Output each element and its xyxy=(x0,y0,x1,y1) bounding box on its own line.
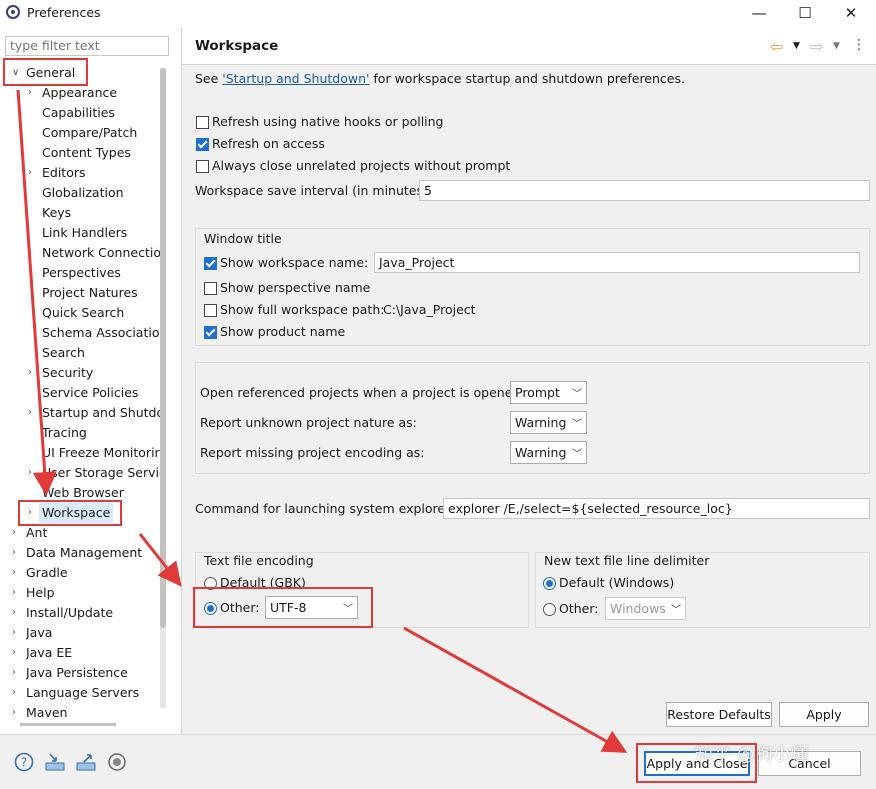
annotation-arrows xyxy=(16,89,628,753)
arrow-workspace-to-encoding xyxy=(138,533,182,587)
arrow-encoding-to-apply xyxy=(403,626,628,753)
arrow-general-to-workspace xyxy=(16,89,57,496)
